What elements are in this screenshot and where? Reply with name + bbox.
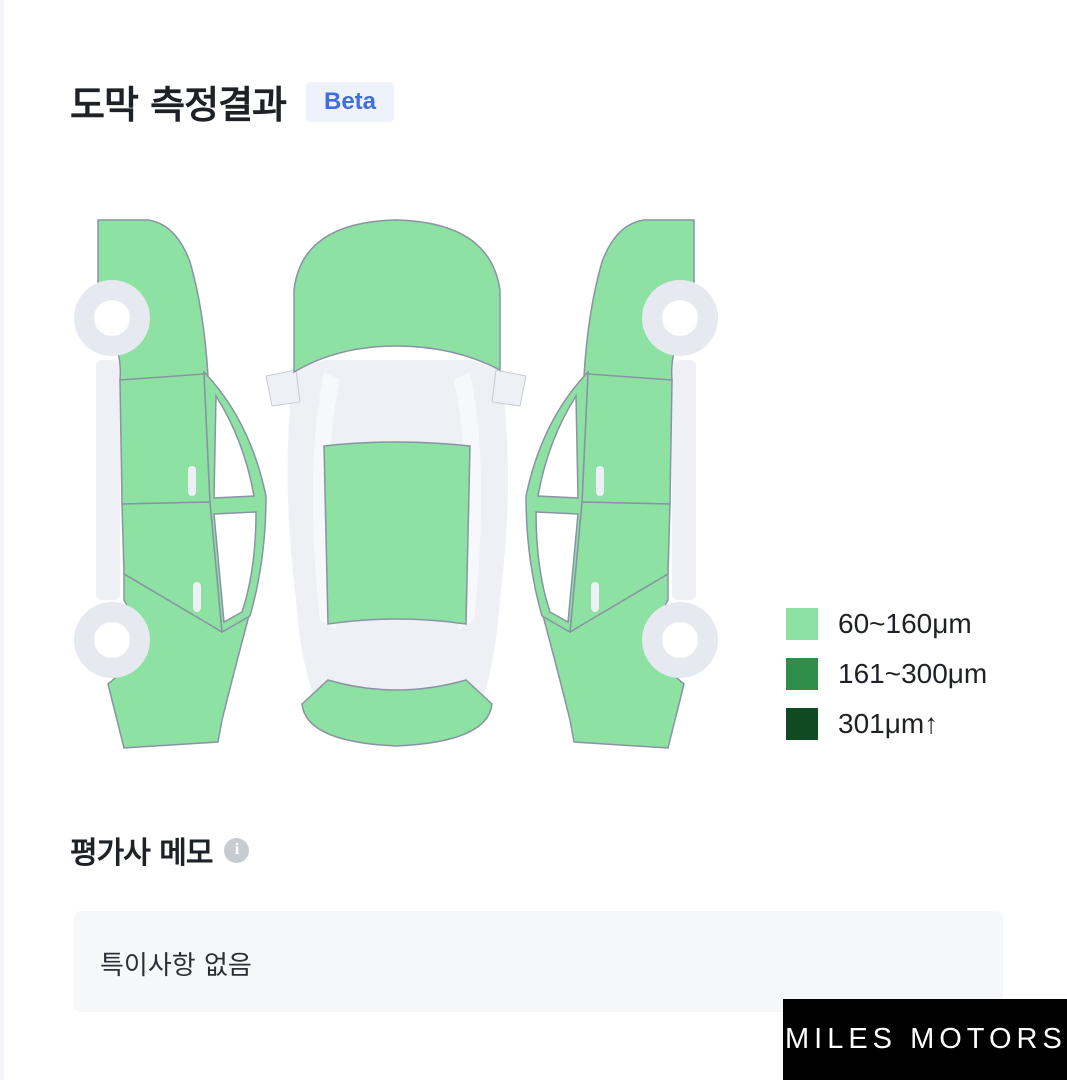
- memo-title: 평가사 메모: [70, 836, 213, 871]
- trunk-panel[interactable]: [301, 679, 493, 747]
- left-rear-hub: [94, 622, 130, 658]
- legend-label: 301μm↑: [838, 707, 939, 739]
- left-front-door-handle: [188, 466, 196, 496]
- right-rear-hub: [662, 622, 698, 658]
- memo-box: 특이사항 없음: [74, 911, 1003, 1012]
- right-front-door-panel[interactable]: [581, 373, 673, 505]
- right-front-door-handle: [596, 466, 604, 496]
- left-rear-door-handle: [193, 582, 201, 612]
- right-side-sill: [672, 360, 696, 600]
- legend-item: 161~300μm: [786, 657, 987, 690]
- legend-label: 161~300μm: [838, 657, 988, 689]
- legend-swatch: [786, 607, 818, 640]
- left-front-hub: [94, 300, 130, 336]
- legend-swatch: [786, 657, 818, 690]
- car-right-side-view: [525, 219, 718, 749]
- legend-swatch: [786, 707, 818, 740]
- right-rear-door-handle: [591, 582, 599, 612]
- left-front-door-panel[interactable]: [119, 373, 211, 505]
- hood-panel[interactable]: [293, 219, 501, 374]
- right-front-hub: [662, 300, 698, 336]
- roof-panel[interactable]: [323, 441, 471, 625]
- legend-item: 60~160μm: [786, 607, 987, 640]
- thickness-legend: 60~160μm 161~300μm 301μm↑: [786, 607, 987, 757]
- paint-result-card: 도막 측정결과 Beta 60~160μm 161~300μm 301μm↑ 평…: [4, 0, 1067, 1080]
- legend-item: 301μm↑: [786, 707, 987, 740]
- info-icon[interactable]: i: [224, 837, 250, 863]
- watermark: MILES MOTORS: [783, 999, 1067, 1080]
- left-side-sill: [96, 360, 120, 600]
- car-left-side-view: [74, 219, 267, 749]
- memo-text: 특이사항 없음: [100, 951, 252, 981]
- legend-label: 60~160μm: [838, 607, 972, 639]
- left-mirror: [265, 369, 301, 407]
- right-mirror: [491, 369, 527, 407]
- memo-header: 평가사 메모 i: [70, 828, 250, 872]
- car-paint-diagram: [74, 219, 718, 749]
- car-top-view: [265, 219, 527, 747]
